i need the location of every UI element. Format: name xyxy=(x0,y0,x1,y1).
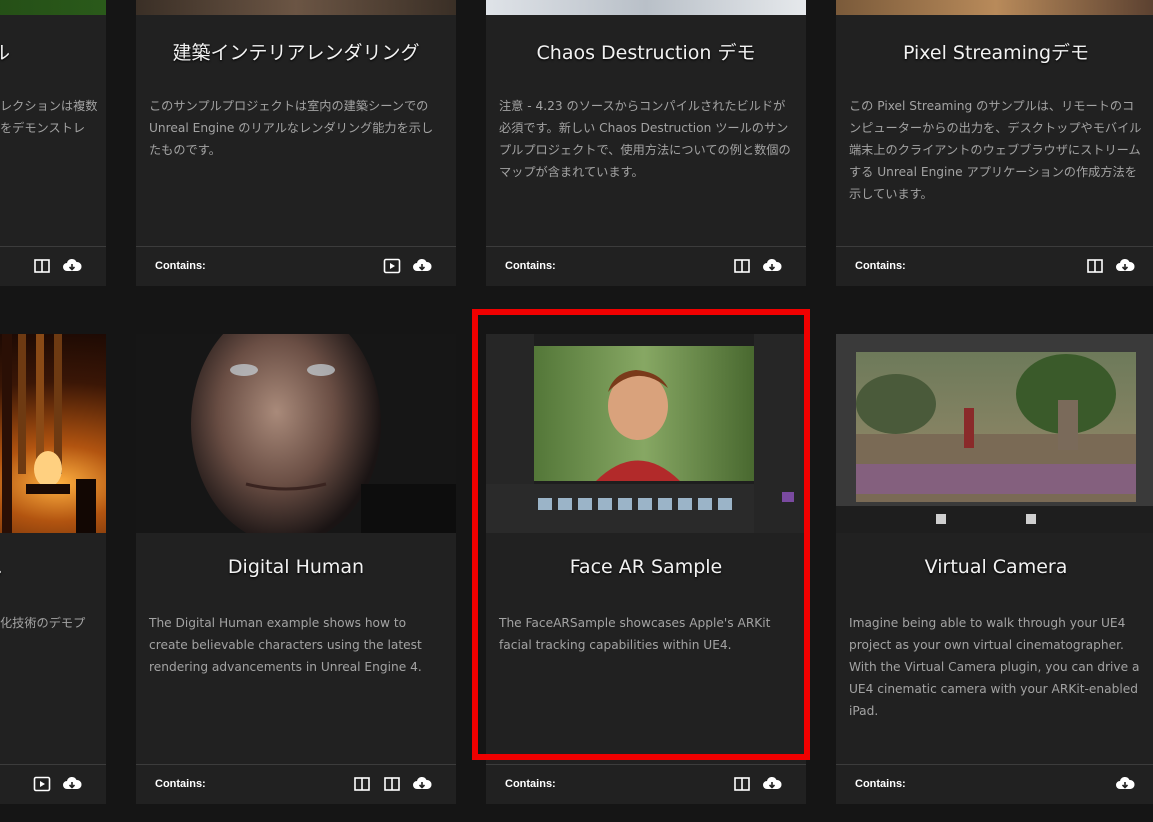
cloud-download-icon[interactable] xyxy=(412,257,432,275)
card-thumbnail[interactable] xyxy=(136,334,456,533)
card-content-icons xyxy=(352,775,432,793)
card-content-icons xyxy=(32,257,82,275)
card-title[interactable]: Virtual Camera xyxy=(836,556,1153,578)
card-content-icons xyxy=(732,775,782,793)
portrait-image xyxy=(136,334,456,533)
contains-label: Contains: xyxy=(505,778,556,790)
book-icon xyxy=(734,777,750,791)
card-title[interactable]: Face AR Sample xyxy=(486,556,806,578)
virtual-camera-image xyxy=(836,334,1153,533)
fireplace-image xyxy=(2,334,96,533)
card-description: The FaceARSample showcases Apple's ARKit… xyxy=(499,616,771,652)
card-thumbnail[interactable] xyxy=(836,0,1153,15)
card-description: 化技術のデモプ xyxy=(0,616,86,630)
card-thumbnail[interactable] xyxy=(486,0,806,15)
card-description: レクションは複数 をデモンストレ xyxy=(0,99,98,135)
card-content-icons xyxy=(1085,257,1135,275)
card-content-icons xyxy=(32,775,82,793)
cloud-download-icon[interactable] xyxy=(62,257,82,275)
contains-label: Contains: xyxy=(855,260,906,272)
sample-card[interactable]: Chaos Destruction デモ 注意 - 4.23 のソースからコンパ… xyxy=(486,0,806,286)
sample-card[interactable]: Face AR Sample The FaceARSample showcase… xyxy=(486,334,806,804)
cloud-download-icon[interactable] xyxy=(762,775,782,793)
video-icon xyxy=(383,258,401,274)
card-footer xyxy=(0,764,106,804)
card-footer: Contains: xyxy=(836,246,1153,286)
cloud-download-icon[interactable] xyxy=(412,775,432,793)
card-description: The Digital Human example shows how to c… xyxy=(149,616,422,674)
card-title[interactable]: 建築インテリアレンダリング xyxy=(136,38,456,65)
card-footer: Contains: xyxy=(486,764,806,804)
card-content-icons xyxy=(382,257,432,275)
card-title[interactable]: Chaos Destruction デモ xyxy=(486,38,806,65)
book-icon xyxy=(1087,259,1103,273)
sample-card[interactable]: Pixel Streamingデモ この Pixel Streaming のサン… xyxy=(836,0,1153,286)
cloud-download-icon[interactable] xyxy=(1115,257,1135,275)
contains-label: Contains: xyxy=(155,778,206,790)
sample-card[interactable]: プル 化技術のデモプ xyxy=(0,334,106,804)
sample-card[interactable]: ル レクションは複数 をデモンストレ xyxy=(0,0,106,286)
card-description: Imagine being able to walk through your … xyxy=(849,616,1140,718)
card-footer: Contains: xyxy=(836,764,1153,804)
card-thumbnail[interactable] xyxy=(136,0,456,15)
sample-card[interactable]: 建築インテリアレンダリング このサンプルプロジェクトは室内の建築シーンでの Un… xyxy=(136,0,456,286)
contains-label: Contains: xyxy=(855,778,906,790)
contains-label: Contains: xyxy=(505,260,556,272)
book-icon xyxy=(354,777,370,791)
card-description: この Pixel Streaming のサンプルは、リモートのコンピューターから… xyxy=(849,99,1142,201)
book-icon xyxy=(34,259,50,273)
card-title[interactable]: プル xyxy=(0,556,2,583)
card-thumbnail[interactable] xyxy=(486,334,806,533)
sample-gallery: ル レクションは複数 をデモンストレ 建築インテリアレンダリング このサンプルプ… xyxy=(0,0,1153,822)
card-thumbnail[interactable] xyxy=(0,334,106,533)
card-description: このサンプルプロジェクトは室内の建築シーンでの Unreal Engine のリ… xyxy=(149,99,434,157)
book-icon xyxy=(384,777,400,791)
card-thumbnail[interactable] xyxy=(836,334,1153,533)
cloud-download-icon[interactable] xyxy=(62,775,82,793)
card-content-icons xyxy=(732,257,782,275)
book-icon xyxy=(734,259,750,273)
contains-label: Contains: xyxy=(155,260,206,272)
card-title[interactable]: ル xyxy=(0,38,10,65)
card-thumbnail[interactable] xyxy=(0,0,106,15)
cloud-download-icon[interactable] xyxy=(1115,775,1135,793)
card-footer: Contains: xyxy=(136,246,456,286)
card-footer: Contains: xyxy=(136,764,456,804)
card-title[interactable]: Pixel Streamingデモ xyxy=(836,38,1153,65)
card-description: 注意 - 4.23 のソースからコンパイルされたビルドが必須です。新しい Cha… xyxy=(499,99,791,179)
sample-card[interactable]: Digital Human The Digital Human example … xyxy=(136,334,456,804)
sample-card[interactable]: Virtual Camera Imagine being able to wal… xyxy=(836,334,1153,804)
card-footer: Contains: xyxy=(486,246,806,286)
video-icon xyxy=(33,776,51,792)
editor-screenshot-image xyxy=(486,334,806,533)
cloud-download-icon[interactable] xyxy=(762,257,782,275)
card-footer xyxy=(0,246,106,286)
card-title[interactable]: Digital Human xyxy=(136,556,456,578)
card-content-icons xyxy=(1115,775,1135,793)
